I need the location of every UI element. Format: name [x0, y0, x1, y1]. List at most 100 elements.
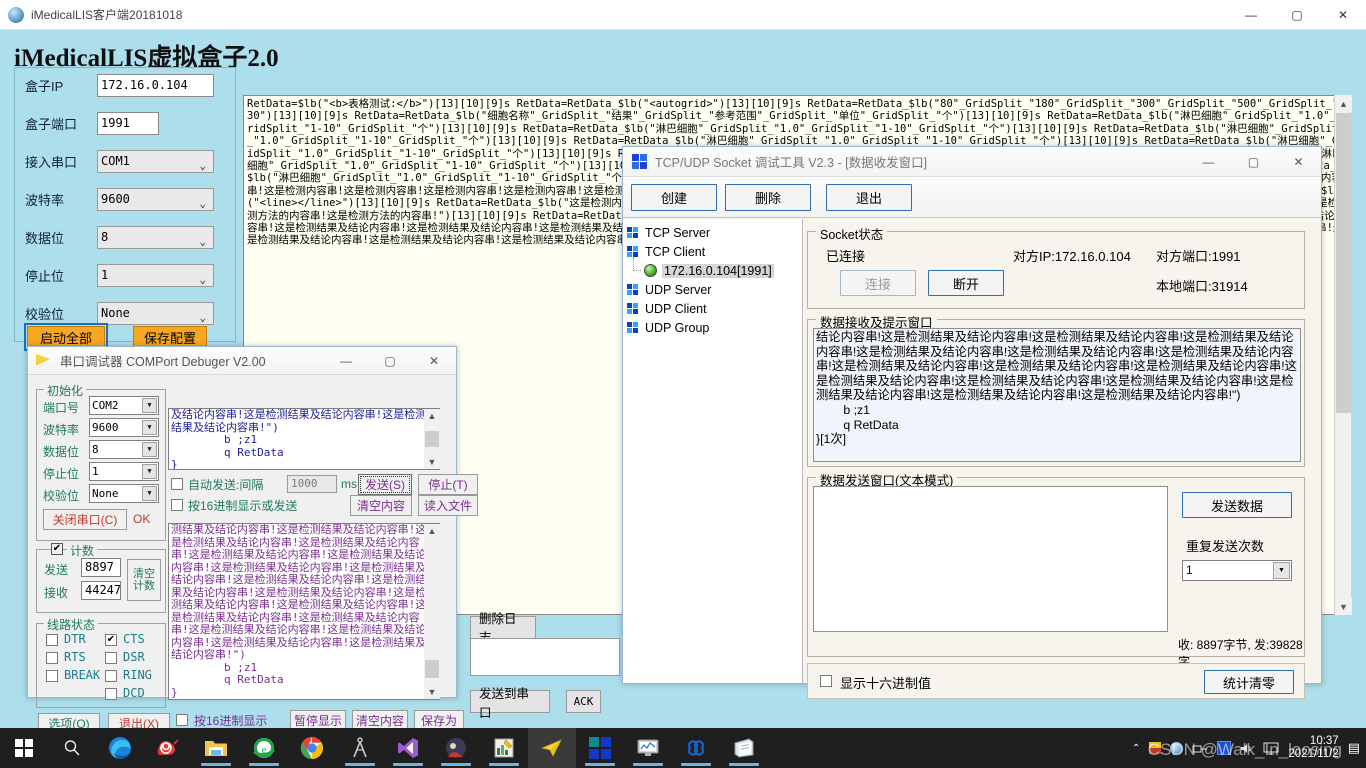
- start-button[interactable]: [0, 728, 48, 768]
- minimize-button[interactable]: —: [324, 347, 368, 374]
- csdn-icon[interactable]: [1217, 741, 1232, 755]
- chevron-down-icon[interactable]: ▼: [142, 464, 157, 479]
- receive-textarea[interactable]: 测结果及结论内容串!这是检测结果及结论内容串!这是检测结果及结论内容串!这是检测…: [168, 523, 440, 700]
- tree-node-tcp-client-connection[interactable]: 172.16.0.104[1991]: [627, 257, 802, 280]
- data-bits-select[interactable]: 8 ▼: [89, 440, 159, 459]
- chevron-down-icon[interactable]: ▼: [142, 486, 157, 501]
- dcd-checkbox[interactable]: [105, 688, 117, 700]
- search-button[interactable]: [48, 728, 96, 768]
- minimize-button[interactable]: —: [1186, 147, 1231, 176]
- box-ip-input[interactable]: 172.16.0.104: [97, 73, 214, 97]
- hex-display-checkbox[interactable]: [176, 714, 188, 726]
- clear-counter-button[interactable]: 清空计数: [127, 559, 161, 601]
- tree-node-tcp-server[interactable]: TCP Server: [627, 223, 802, 242]
- scroll-down-arrow-icon[interactable]: ▼: [424, 455, 440, 469]
- tree-node-udp-client[interactable]: UDP Client: [627, 299, 802, 318]
- stop-bits-select[interactable]: 1 ▼: [89, 462, 159, 481]
- scroll-up-arrow-icon[interactable]: ▲: [424, 409, 440, 423]
- chevron-up-icon[interactable]: ⌃: [1132, 743, 1140, 754]
- scroll-up-arrow-icon[interactable]: ▲: [424, 524, 440, 538]
- send-scrollbar[interactable]: ▲ ▼: [424, 409, 440, 469]
- comport-debug-button[interactable]: [528, 728, 576, 768]
- close-button[interactable]: ✕: [1320, 0, 1366, 30]
- scroll-thumb[interactable]: [1336, 113, 1351, 413]
- tree-node-udp-server[interactable]: UDP Server: [627, 280, 802, 299]
- stop-button[interactable]: 停止(T): [418, 474, 478, 495]
- snail-app-button[interactable]: [144, 728, 192, 768]
- connect-button[interactable]: 连接: [840, 270, 916, 296]
- notes-app-button[interactable]: [720, 728, 768, 768]
- auto-send-checkbox[interactable]: [171, 478, 183, 490]
- close-port-button[interactable]: 关闭串口(C): [43, 509, 127, 530]
- flag-icon[interactable]: [1149, 742, 1162, 754]
- hex-send-checkbox[interactable]: [171, 499, 183, 511]
- repeat-count-select[interactable]: 1 ▼: [1182, 560, 1292, 581]
- network-icon[interactable]: [1192, 742, 1208, 755]
- baud-rate-select[interactable]: 9600 ▼: [89, 418, 159, 437]
- clear-stats-button[interactable]: 统计清零: [1204, 670, 1294, 694]
- compass-app-button[interactable]: [336, 728, 384, 768]
- action-center-icon[interactable]: ▤: [1348, 740, 1360, 756]
- disconnect-button[interactable]: 断开: [928, 270, 1004, 296]
- minimize-button[interactable]: —: [1228, 0, 1274, 30]
- create-socket-button[interactable]: 创建: [631, 183, 717, 211]
- edge-button[interactable]: [96, 728, 144, 768]
- media-app-button[interactable]: [432, 728, 480, 768]
- rts-checkbox[interactable]: [46, 652, 58, 664]
- box-port-input[interactable]: 1991: [97, 111, 159, 135]
- counter-enable-checkbox[interactable]: ✔: [51, 543, 63, 555]
- log-area-scrollbar[interactable]: ▲ ▼: [1334, 95, 1352, 615]
- dsr-checkbox[interactable]: [105, 652, 117, 664]
- read-file-button[interactable]: 读入文件: [418, 495, 478, 516]
- data-send-textarea[interactable]: [813, 486, 1168, 632]
- tree-node-udp-group[interactable]: UDP Group: [627, 318, 802, 337]
- editor-app-button[interactable]: [480, 728, 528, 768]
- volume-icon[interactable]: [1240, 742, 1254, 755]
- maximize-button[interactable]: ▢: [368, 347, 412, 374]
- ring-checkbox[interactable]: [105, 670, 117, 682]
- tree-node-tcp-client[interactable]: TCP Client: [627, 242, 802, 261]
- send-data-button[interactable]: 发送数据: [1182, 492, 1292, 518]
- socket-connection-tree[interactable]: TCP Server TCP Client 172.16.0.104[1991]…: [623, 219, 803, 683]
- chevron-down-icon[interactable]: ▼: [142, 442, 157, 457]
- chevron-down-icon[interactable]: ▼: [142, 398, 157, 413]
- infinity-app-button[interactable]: [672, 728, 720, 768]
- ie-button[interactable]: e: [240, 728, 288, 768]
- chevron-down-icon[interactable]: ▼: [1273, 562, 1290, 579]
- scroll-down-arrow-icon[interactable]: ▼: [424, 685, 440, 699]
- maximize-button[interactable]: ▢: [1274, 0, 1320, 30]
- port-number-select[interactable]: COM2 ▼: [89, 396, 159, 415]
- clear-send-button[interactable]: 清空内容: [350, 495, 412, 516]
- cts-checkbox[interactable]: ✔: [105, 634, 117, 646]
- delete-socket-button[interactable]: 删除: [725, 183, 811, 211]
- scroll-thumb[interactable]: [425, 431, 439, 447]
- scroll-down-arrow-icon[interactable]: ▼: [1335, 598, 1352, 615]
- chevron-down-icon[interactable]: ▼: [142, 420, 157, 435]
- scroll-up-arrow-icon[interactable]: ▲: [1335, 95, 1352, 112]
- send-button[interactable]: 发送(S): [358, 474, 412, 495]
- chrome-button[interactable]: [288, 728, 336, 768]
- exit-button[interactable]: 退出: [826, 183, 912, 211]
- send-textarea[interactable]: 及结论内容串!这是检测结果及结论内容串!这是检测结果及结论内容串!") b ;z…: [168, 408, 440, 470]
- hex-display-checkbox[interactable]: [820, 675, 832, 687]
- visual-studio-button[interactable]: [384, 728, 432, 768]
- scroll-thumb[interactable]: [425, 660, 439, 678]
- globe-icon[interactable]: [1170, 741, 1184, 755]
- auto-send-interval-input[interactable]: 1000: [287, 475, 337, 493]
- stop-bits-select[interactable]: 1 ⌄: [97, 263, 214, 287]
- parity-select[interactable]: None ▼: [89, 484, 159, 503]
- maximize-button[interactable]: ▢: [1231, 147, 1276, 176]
- clock[interactable]: 10:37 2021/11/2: [1288, 735, 1338, 761]
- send-to-serial-button[interactable]: 发送到串口: [470, 687, 550, 720]
- file-explorer-button[interactable]: [192, 728, 240, 768]
- close-button[interactable]: ✕: [412, 347, 456, 374]
- data-bits-select[interactable]: 8 ⌄: [97, 225, 214, 249]
- manual-send-input[interactable]: [470, 638, 620, 676]
- parity-select[interactable]: None ⌄: [97, 301, 214, 325]
- socket-tool-button[interactable]: [576, 728, 624, 768]
- serial-port-select[interactable]: COM1 ⌄: [97, 149, 214, 173]
- close-button[interactable]: ✕: [1276, 147, 1321, 176]
- monitor-icon[interactable]: [1263, 742, 1279, 755]
- monitor-app-button[interactable]: [624, 728, 672, 768]
- receive-scrollbar[interactable]: ▲ ▼: [424, 524, 440, 699]
